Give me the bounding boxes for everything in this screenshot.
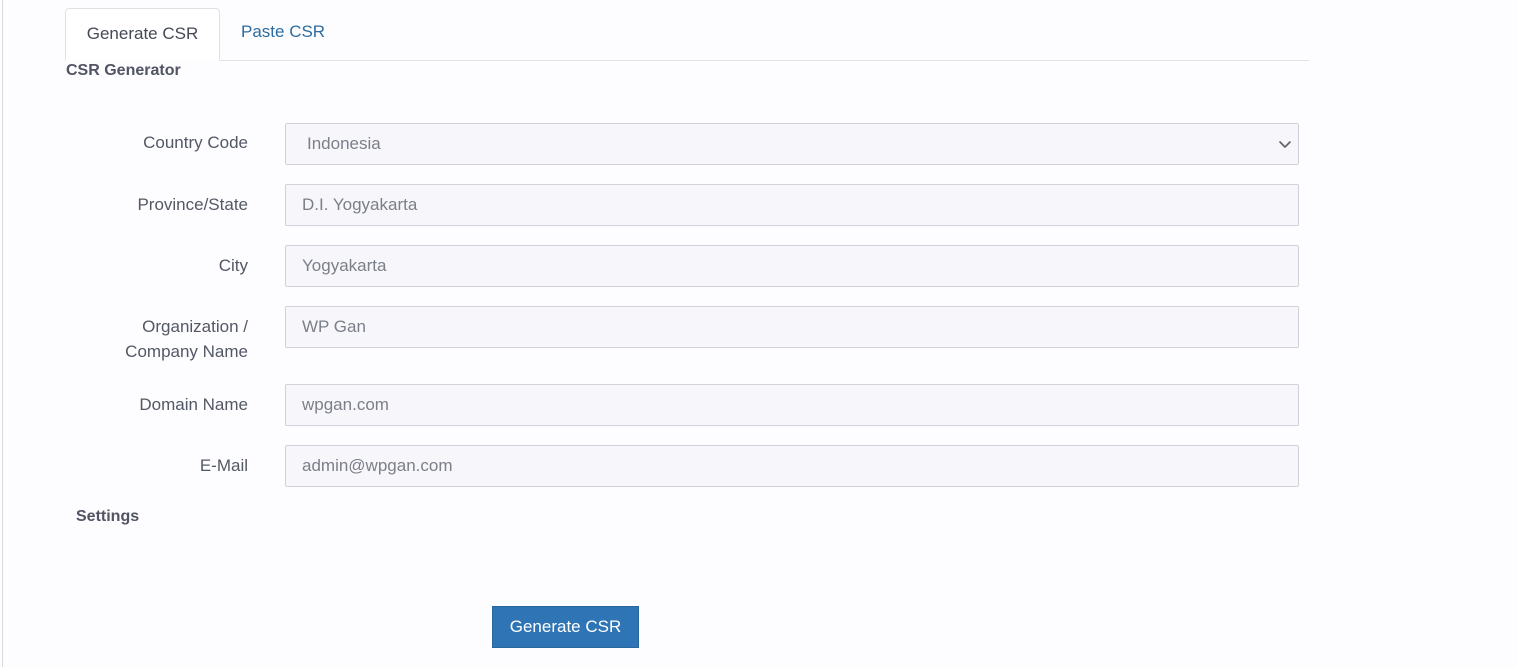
csr-generator-title: CSR Generator bbox=[66, 62, 181, 79]
csr-page: Generate CSR Paste CSR CSR Generator Cou… bbox=[0, 0, 1517, 667]
country-code-value: Indonesia bbox=[307, 134, 381, 153]
city-input[interactable]: Yogyakarta bbox=[285, 245, 1299, 287]
country-code-label: Country Code bbox=[143, 133, 248, 152]
generate-csr-button[interactable]: Generate CSR bbox=[492, 606, 639, 648]
organization-label-line2: Company Name bbox=[125, 342, 248, 361]
settings-title: Settings bbox=[76, 508, 140, 525]
city-label: City bbox=[218, 256, 248, 275]
left-border bbox=[2, 0, 3, 667]
province-label: Province/State bbox=[137, 195, 248, 214]
chevron-down-icon bbox=[1279, 141, 1291, 148]
email-input[interactable]: admin@wpgan.com bbox=[285, 445, 1299, 487]
domain-input[interactable]: wpgan.com bbox=[285, 384, 1299, 426]
tab-bar: Generate CSR Paste CSR bbox=[65, 8, 1309, 61]
organization-label: Organization / Company Name bbox=[125, 314, 248, 364]
organization-input[interactable]: WP Gan bbox=[285, 306, 1299, 348]
tab-generate-csr[interactable]: Generate CSR bbox=[65, 8, 220, 61]
tab-paste-csr[interactable]: Paste CSR bbox=[220, 8, 346, 59]
domain-label: Domain Name bbox=[139, 395, 248, 414]
organization-label-line1: Organization / bbox=[142, 317, 248, 336]
country-code-select[interactable]: Indonesia bbox=[285, 123, 1299, 165]
email-label: E-Mail bbox=[199, 456, 248, 475]
province-input[interactable]: D.I. Yogyakarta bbox=[285, 184, 1299, 226]
